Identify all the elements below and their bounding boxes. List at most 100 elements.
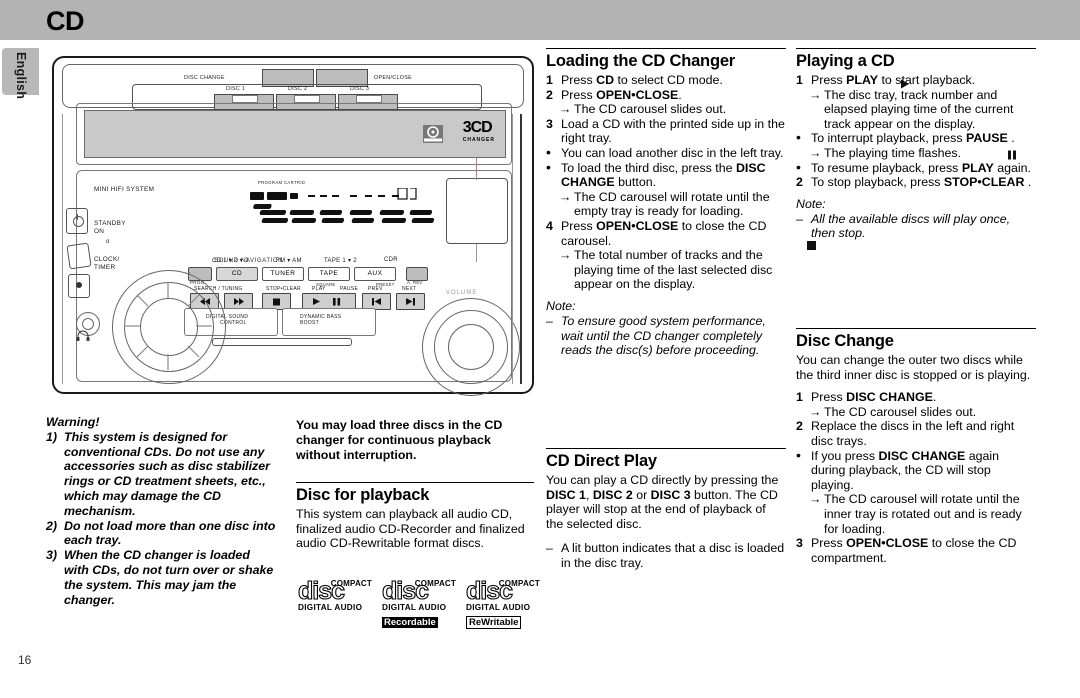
instruction-step: • You can load another disc in the left t… [546, 143, 786, 161]
warning-item: 1) This system is designed for convention… [46, 430, 278, 519]
page-header-bar [0, 0, 1080, 40]
step-marker: 1 [796, 390, 803, 405]
lcd-display-artwork [250, 187, 440, 238]
tape-source-button[interactable]: TAPE [308, 267, 350, 281]
warning-text: When the CD changer is loaded with CDs, … [64, 548, 274, 607]
disc-playback-rule [296, 482, 534, 483]
playing-note-text: All the available discs will play once, … [811, 211, 1011, 241]
step-text: You can load another disc in the left tr… [561, 145, 784, 160]
label-prev: PREV [368, 286, 383, 292]
label-disc1: DISC 1 [226, 86, 246, 92]
instruction-step: 2 To stop playback, press STOP•CLEAR . [796, 175, 1036, 190]
playing-a-cd-heading: Playing a CD [796, 52, 895, 70]
cd-source-button[interactable]: CD [216, 267, 258, 281]
warning-item: 3) When the CD changer is loaded with CDs… [46, 548, 278, 607]
instruction-step: → The CD carousel slides out. [546, 102, 786, 117]
language-tab-english: English [2, 48, 39, 99]
compact-disc-icon [423, 125, 443, 143]
step-text: The CD carousel slides out. [574, 102, 727, 117]
label-a-rev: A. REV [407, 280, 423, 285]
brand-changer-text: CHANGER [462, 137, 495, 143]
playing-note-dash: – [796, 211, 803, 226]
step-text: If you press DISC CHANGE again during pl… [811, 448, 1000, 492]
loading-note-dash: – [546, 313, 553, 328]
loading-note-text: To ensure good system performance, wait … [561, 313, 766, 358]
step-text: The CD carousel will rotate until the in… [824, 492, 1022, 536]
logo-compact-text: COMPACT [414, 579, 456, 588]
disc-change-steps: 1 Press DISC CHANGE. → The CD carousel slid… [796, 390, 1036, 565]
warning-list: 1) This system is designed for convention… [46, 430, 278, 608]
step-marker: → [809, 145, 822, 160]
playing-a-cd-steps: 1 Press PLAY to start playback. → The disc … [796, 73, 1036, 190]
disc3-led [356, 95, 382, 103]
cd-format-logo: COMPACT disc DIGITAL AUDIO ReWritable [465, 572, 540, 630]
disc1-led [232, 95, 258, 103]
label-source-tape: TAPE 1 ▾ 2 [324, 258, 357, 264]
label-pause: PAUSE [340, 286, 359, 292]
step-marker: → [559, 248, 572, 263]
headphones-icon [76, 330, 90, 344]
step-marker: • [546, 143, 551, 160]
record-dot-icon [76, 282, 82, 288]
step-marker: → [559, 102, 572, 117]
tuner-source-button[interactable]: TUNER [262, 267, 304, 281]
step-text: Press OPEN•CLOSE to close the CD carouse… [561, 218, 767, 248]
instruction-step: • To resume playback, press PLAY again. [796, 158, 1036, 176]
instruction-step: → The CD carousel will rotate until the e… [546, 190, 786, 219]
disc-for-playback-body: This system can playback all audio CD, f… [296, 507, 525, 551]
warning-text: Do not load more than one disc into each… [64, 518, 276, 548]
label-play: PLAY [312, 286, 326, 292]
cd-format-logo: COMPACT disc DIGITAL AUDIO Recordable [381, 572, 456, 630]
bass-slider-bar[interactable] [212, 338, 352, 346]
power-icon [73, 216, 84, 227]
aux-source-button[interactable]: AUX [354, 267, 396, 281]
standby-indicator-dot: o [106, 239, 110, 245]
step-marker: • [796, 446, 801, 463]
label-next: NEXT [402, 286, 417, 292]
label-on: ON [94, 228, 105, 235]
playing-note-item: – All the available discs will play once… [796, 212, 1036, 241]
instruction-step: 4 Press OPEN•CLOSE to close the CD carous… [546, 219, 786, 248]
instruction-step: → The disc tray, track number and elapsed… [796, 88, 1036, 132]
cd-direct-play-note: – A lit button indicates that a disc is … [546, 541, 786, 570]
step-text: The CD carousel slides out. [824, 404, 977, 419]
step-text: The disc tray, track number and elapsed … [824, 87, 1014, 131]
loading-note-title: Note: [546, 298, 576, 313]
instruction-step: 3 Press OPEN•CLOSE to close the CD compar… [796, 536, 1036, 565]
step-text: Replace the discs in the left and right … [811, 419, 1015, 448]
instruction-step: 2 Replace the discs in the left and right… [796, 419, 1036, 448]
logo-ribbon-text: Recordable [382, 617, 438, 628]
step-marker: • [796, 129, 801, 146]
left-inner-line [62, 114, 63, 384]
step-text: Press DISC CHANGE. [811, 390, 937, 405]
logo-digital-audio-text: DIGITAL AUDIO [298, 603, 363, 612]
cd-direct-play-rule [546, 448, 786, 449]
next-track-button[interactable] [396, 293, 425, 310]
step-marker: → [809, 87, 822, 102]
step-marker: 2 [796, 419, 803, 434]
step-marker: • [796, 158, 801, 175]
instruction-step: 3 Load a CD with the printed side up in t… [546, 117, 786, 146]
logo-ribbon-text: ReWritable [466, 616, 522, 629]
language-tab-label: English [14, 52, 28, 100]
step-marker: → [809, 404, 822, 419]
playing-cd-rule [796, 48, 1036, 49]
step-marker: → [809, 492, 822, 507]
step-text: To resume playback, press PLAY again. [811, 160, 1031, 175]
right-edge-line [520, 114, 522, 384]
step-marker: 2 [546, 87, 553, 102]
hifi-system-illustration: DISC CHANGE OPEN/CLOSE DISC 1 DISC 2 DIS… [52, 56, 534, 396]
cassette-door-graphic [446, 178, 508, 244]
cassette-stem-line [476, 244, 478, 262]
power-icon-stem [77, 214, 78, 220]
label-sound-navigation: SOUND NAVIGATION [214, 258, 284, 264]
step-marker: → [559, 189, 572, 204]
dynamic-bass-boost-button[interactable] [282, 308, 376, 336]
label-volume: VOLUME [446, 290, 478, 296]
logo-compact-text: COMPACT [498, 579, 540, 588]
step-marker: 3 [546, 116, 553, 131]
step-text: To load the third disc, press the DISC C… [561, 160, 766, 190]
intro-paragraph: You may load three discs in the CD chang… [296, 418, 503, 462]
step-text: To stop playback, press STOP•CLEAR . [811, 175, 1032, 190]
label-boost: BOOST [300, 320, 320, 326]
